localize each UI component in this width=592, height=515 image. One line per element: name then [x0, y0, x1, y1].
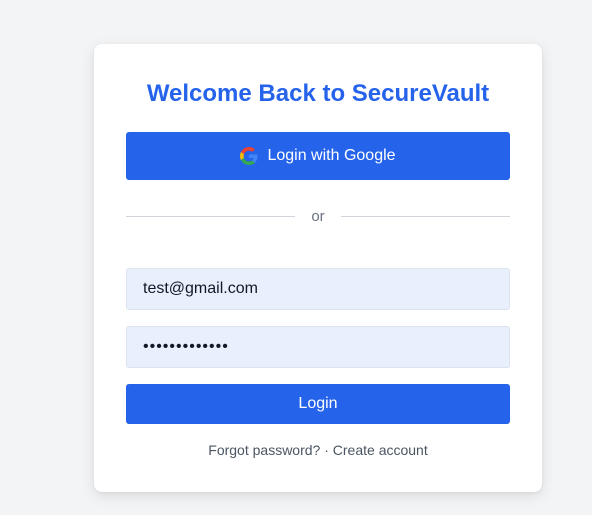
- links-separator: ·: [320, 442, 333, 458]
- login-button[interactable]: Login: [126, 384, 510, 424]
- login-card: Welcome Back to SecureVault Login with G…: [94, 44, 542, 492]
- page-title: Welcome Back to SecureVault: [146, 80, 490, 107]
- divider-line-left: [126, 215, 296, 217]
- or-divider: or: [126, 206, 510, 226]
- account-links: Forgot password? · Create account: [94, 442, 542, 458]
- email-field[interactable]: [126, 268, 510, 310]
- divider-text: or: [311, 207, 325, 225]
- password-field[interactable]: [126, 326, 510, 368]
- divider-line-right: [340, 215, 510, 217]
- google-button-label: Login with Google: [267, 147, 396, 164]
- google-icon: [240, 147, 258, 165]
- create-account-link[interactable]: Create account: [333, 442, 428, 458]
- login-with-google-button[interactable]: Login with Google: [126, 132, 510, 180]
- page: Welcome Back to SecureVault Login with G…: [0, 0, 592, 515]
- forgot-password-link[interactable]: Forgot password?: [208, 442, 320, 458]
